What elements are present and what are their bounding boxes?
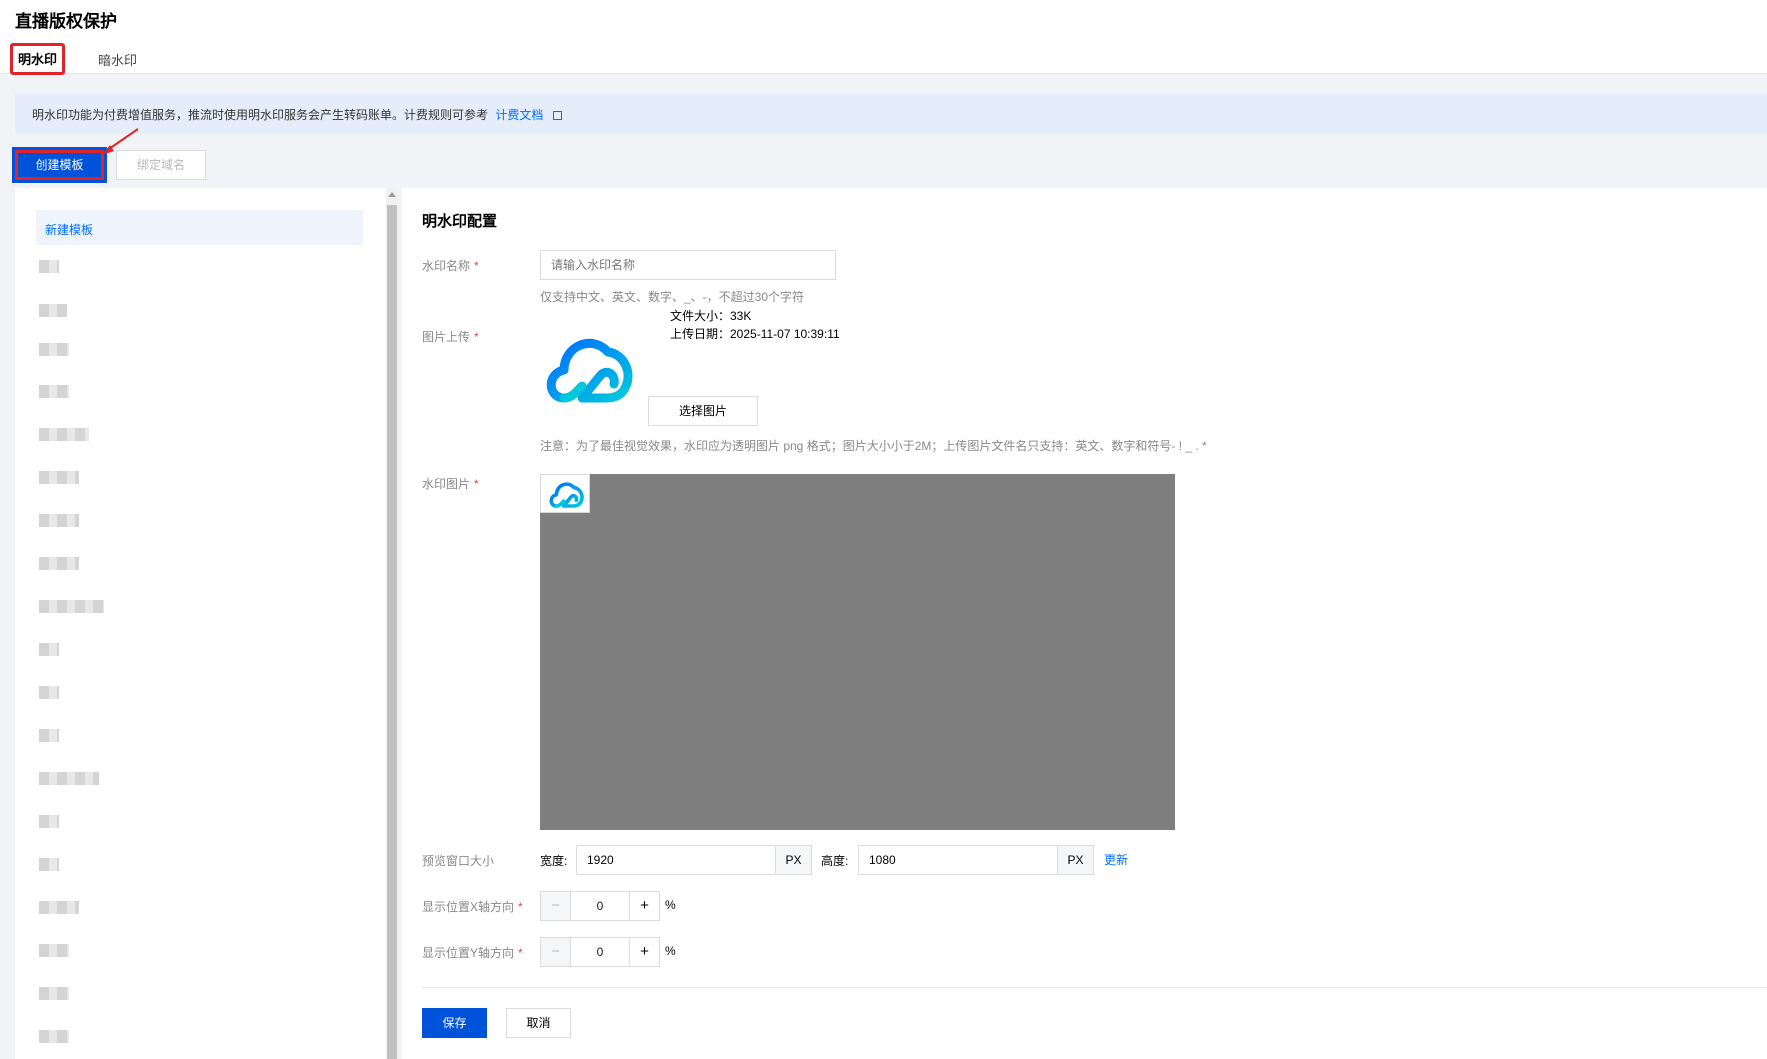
name-label: 水印名称 * <box>422 259 479 273</box>
height-label: 高度: <box>821 854 849 868</box>
watermark-name-input[interactable] <box>540 250 836 280</box>
height-input[interactable] <box>858 845 1058 875</box>
save-button[interactable]: 保存 <box>422 1008 487 1038</box>
template-item-redacted[interactable] <box>39 987 69 1000</box>
uploaded-cloud-logo-icon <box>546 338 633 403</box>
config-title: 明水印配置 <box>422 213 498 230</box>
cancel-button[interactable]: 取消 <box>506 1008 571 1038</box>
upload-label: 图片上传 * <box>422 330 479 344</box>
file-size: 文件大小：33K <box>670 309 752 323</box>
width-label: 宽度: <box>540 854 568 868</box>
top-bar: 直播版权保护 明水印 暗水印 <box>0 0 1767 75</box>
y-increment-button[interactable]: + <box>629 938 659 966</box>
template-item-redacted[interactable] <box>39 385 69 398</box>
y-position-value[interactable]: 0 <box>571 938 629 966</box>
watermark-image-label: 水印图片 * <box>422 477 479 491</box>
preview-cloud-logo-icon <box>549 482 584 508</box>
x-increment-button[interactable]: + <box>629 892 659 920</box>
update-link[interactable]: 更新 <box>1104 851 1128 868</box>
x-position-value[interactable]: 0 <box>571 892 629 920</box>
y-percent-unit: % <box>665 944 676 958</box>
template-item-redacted[interactable] <box>39 815 59 828</box>
y-position-label: 显示位置Y轴方向 * <box>422 946 523 960</box>
template-item-redacted[interactable] <box>39 471 79 484</box>
template-item-redacted[interactable] <box>39 901 79 914</box>
template-item-redacted[interactable] <box>39 304 67 317</box>
template-item-redacted[interactable] <box>39 557 79 570</box>
scroll-up-icon[interactable] <box>388 192 396 197</box>
preview-size-label: 预览窗口大小 <box>422 854 495 868</box>
template-item-redacted[interactable] <box>39 686 59 699</box>
x-percent-unit: % <box>665 898 676 912</box>
height-unit: PX <box>1057 845 1094 875</box>
tab-invisible-watermark[interactable]: 暗水印 <box>98 50 137 69</box>
billing-notice: 明水印功能为付费增值服务，推流时使用明水印服务会产生转码账单。计费规则可参考 计… <box>15 94 1767 134</box>
template-item-redacted[interactable] <box>39 643 59 656</box>
width-input[interactable] <box>576 845 776 875</box>
template-item-redacted[interactable] <box>39 428 89 441</box>
upload-hint: 注意：为了最佳视觉效果，水印应为透明图片 png 格式；图片大小小于2M；上传图… <box>540 439 1207 453</box>
new-template-item[interactable]: 新建模板 <box>36 210 363 245</box>
watermark-config-panel: 明水印配置 水印名称* 仅支持中文、英文、数字、_、-，不超过30个字符 图片上… <box>402 188 1767 1059</box>
choose-image-button[interactable]: 选择图片 <box>648 396 758 426</box>
template-item-redacted[interactable] <box>39 600 104 613</box>
x-position-label: 显示位置X轴方向 * <box>422 900 523 914</box>
y-decrement-button[interactable]: − <box>541 938 571 966</box>
external-link-icon <box>552 111 562 120</box>
upload-date: 上传日期：2025-11-07 10:39:11 <box>670 327 840 341</box>
tab-visible-watermark[interactable]: 明水印 <box>10 43 66 75</box>
template-item-redacted[interactable] <box>39 772 99 785</box>
template-item-redacted[interactable] <box>39 260 59 273</box>
template-item-redacted[interactable] <box>39 1030 69 1043</box>
y-position-stepper[interactable]: − 0 + <box>540 937 660 967</box>
template-item-redacted[interactable] <box>39 944 69 957</box>
watermark-preview <box>540 474 1175 830</box>
x-decrement-button[interactable]: − <box>541 892 571 920</box>
bind-domain-button[interactable]: 绑定域名 <box>116 150 206 180</box>
template-list: 新建模板 <box>15 188 389 1059</box>
billing-doc-link[interactable]: 计费文档 <box>495 108 543 122</box>
template-item-redacted[interactable] <box>39 858 59 871</box>
scrollbar-thumb[interactable] <box>387 205 397 1059</box>
template-list-scrollbar[interactable] <box>386 188 398 1059</box>
x-position-stepper[interactable]: − 0 + <box>540 891 660 921</box>
page-title: 直播版权保护 <box>15 12 117 31</box>
form-divider <box>422 987 1767 988</box>
notice-text: 明水印功能为付费增值服务，推流时使用明水印服务会产生转码账单。计费规则可参考 <box>32 108 489 122</box>
width-unit: PX <box>775 845 812 875</box>
create-template-button[interactable]: 创建模板 <box>12 147 107 183</box>
name-hint: 仅支持中文、英文、数字、_、-，不超过30个字符 <box>540 290 805 304</box>
template-item-redacted[interactable] <box>39 343 69 356</box>
preview-logo[interactable] <box>540 474 590 513</box>
template-item-redacted[interactable] <box>39 514 79 527</box>
template-item-redacted[interactable] <box>39 729 59 742</box>
